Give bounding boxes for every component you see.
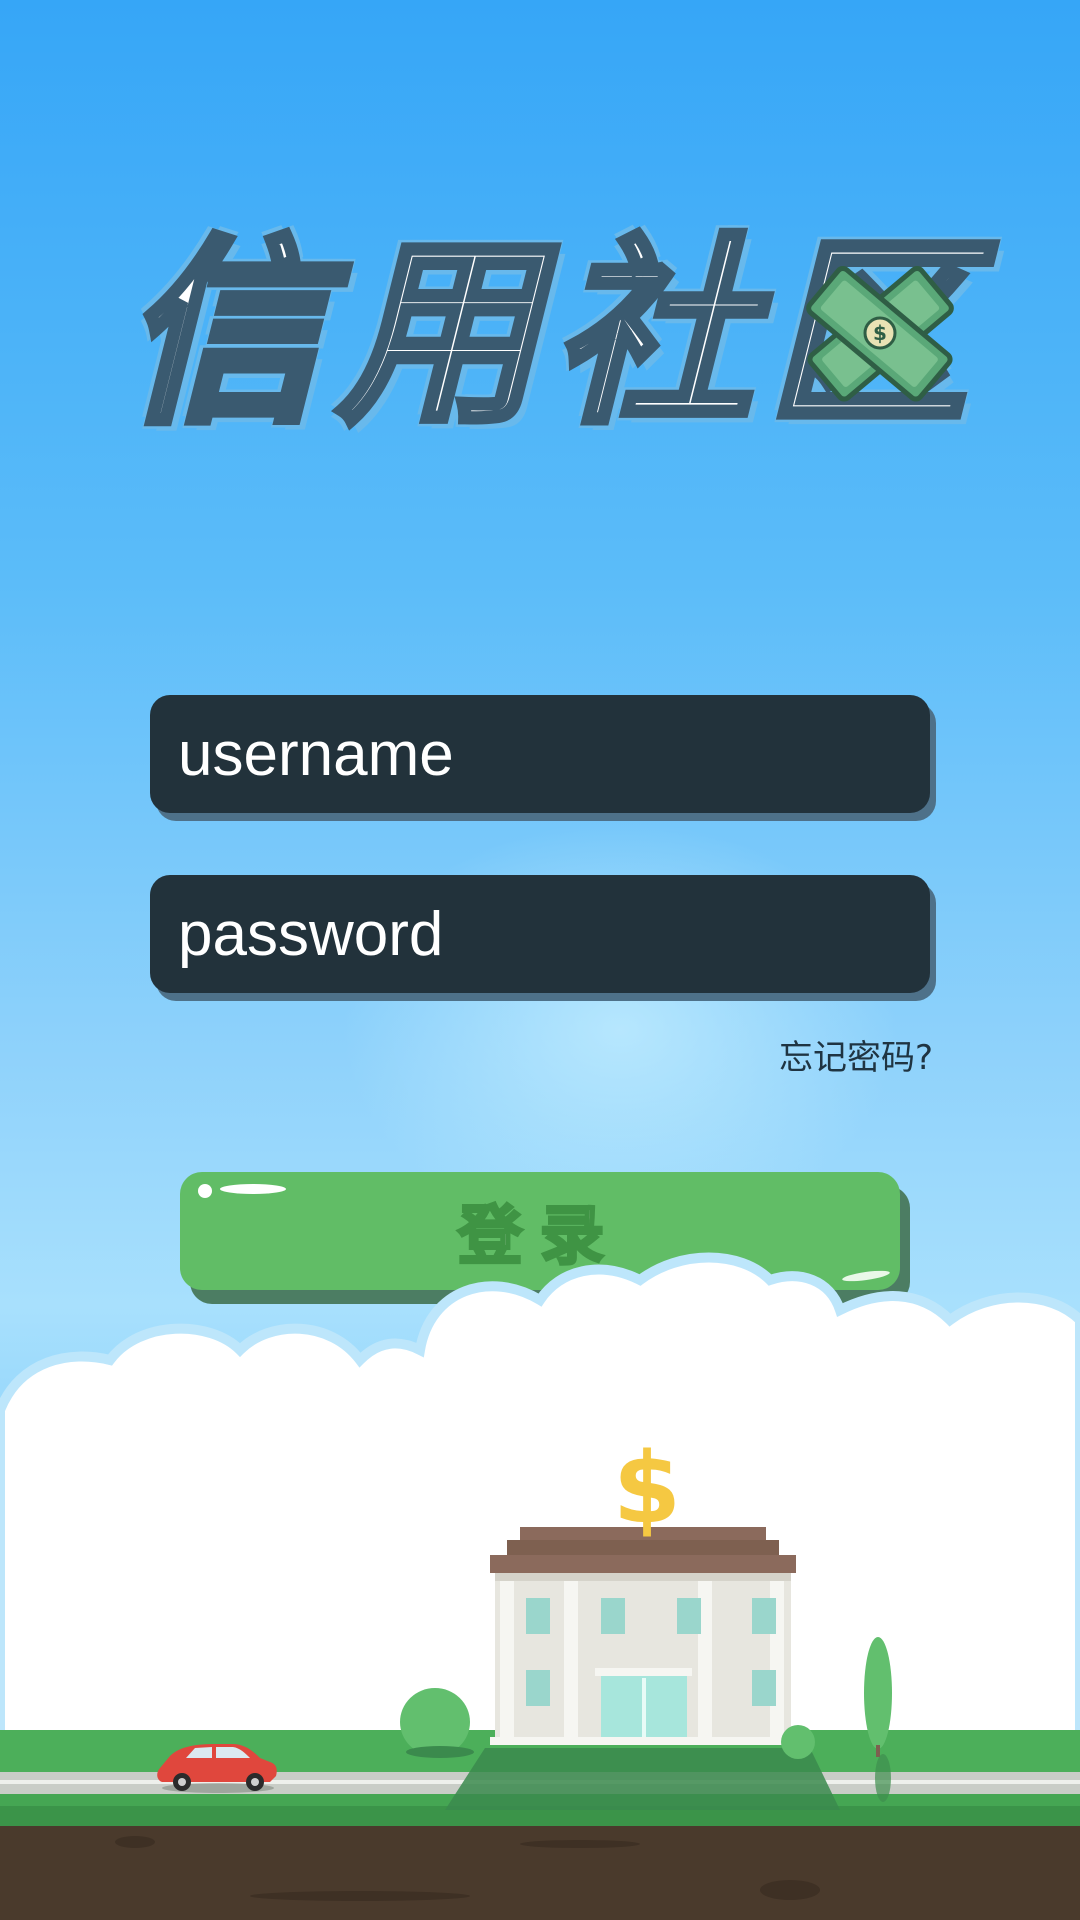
ground [0, 1826, 1080, 1920]
city-illustration: $ [0, 1252, 1080, 1920]
title-char-3: 社 [549, 218, 756, 451]
button-shine-highlight [220, 1184, 286, 1194]
title-char-1: 信 [119, 218, 326, 451]
svg-text:$: $ [873, 321, 887, 345]
password-input[interactable] [150, 875, 930, 993]
title-char-2: 用 [334, 218, 541, 451]
dollar-bill-icon: $ [806, 265, 954, 402]
svg-text:$: $ [613, 1432, 681, 1546]
username-input[interactable] [150, 695, 930, 813]
forgot-password-link[interactable]: 忘记密码? [779, 1030, 933, 1079]
button-shine-dot [198, 1184, 212, 1198]
small-bush [781, 1725, 815, 1759]
